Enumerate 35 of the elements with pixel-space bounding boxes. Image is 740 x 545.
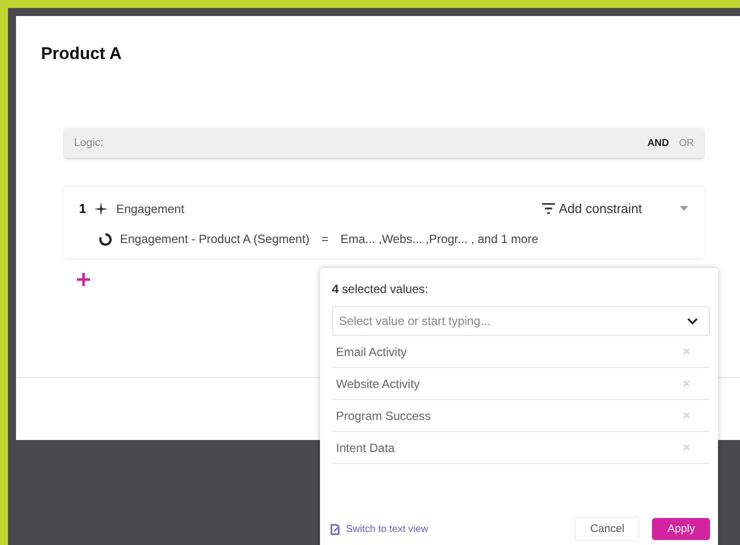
- close-icon[interactable]: [683, 380, 690, 387]
- group-name: Engagement: [116, 202, 184, 216]
- value-row[interactable]: Email Activity: [332, 336, 710, 368]
- value-label: Website Activity: [336, 376, 420, 390]
- cancel-button[interactable]: Cancel: [576, 518, 638, 540]
- sparkle-icon: [94, 202, 108, 216]
- value-label: Intent Data: [336, 440, 395, 454]
- filter-icon: [542, 203, 555, 214]
- value-select[interactable]: Select value or start typing...: [332, 306, 710, 336]
- operator-toggle[interactable]: AND: [647, 138, 669, 148]
- selected-count: 4 selected values:: [332, 282, 430, 296]
- text-view-link[interactable]: Switch to text view: [346, 524, 428, 534]
- value-row[interactable]: Program Success: [332, 400, 710, 432]
- add-icon[interactable]: [77, 273, 90, 286]
- chevron-down-icon: [687, 318, 698, 325]
- condition-field: Engagement - Product A (Segment): [120, 232, 310, 246]
- condition-values[interactable]: Ema... ,Webs... ,Progr... , and 1 more: [340, 232, 538, 246]
- value-label: Program Success: [336, 408, 431, 422]
- edit-icon: [330, 524, 340, 534]
- value-row[interactable]: Website Activity: [332, 368, 710, 400]
- apply-button[interactable]: Apply: [652, 518, 710, 540]
- add-constraint-button[interactable]: Add constraint: [542, 201, 642, 216]
- close-icon[interactable]: [683, 348, 690, 355]
- close-icon[interactable]: [683, 412, 690, 419]
- segment-icon: [99, 232, 112, 246]
- group-number: 1: [79, 201, 86, 216]
- value-row[interactable]: Intent Data: [332, 432, 710, 464]
- close-icon[interactable]: [683, 444, 690, 451]
- caret-icon[interactable]: [680, 206, 688, 211]
- value-label: Email Activity: [336, 344, 407, 358]
- operator-toggle[interactable]: OR: [679, 138, 694, 148]
- condition-operator: =: [321, 232, 328, 246]
- dialog-title: Product A: [41, 44, 123, 64]
- logic-field[interactable]: Logic: AND OR: [64, 128, 704, 158]
- logic-placeholder: Logic:: [74, 137, 104, 149]
